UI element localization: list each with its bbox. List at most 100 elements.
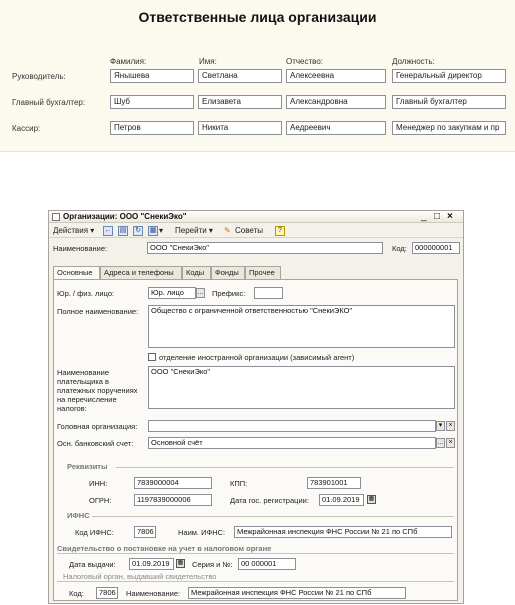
back-arrow-icon[interactable]: ← — [103, 226, 113, 236]
refresh-icon[interactable]: ↻ — [133, 226, 143, 236]
ifns-divider — [92, 516, 454, 517]
head-org-field[interactable] — [148, 420, 436, 432]
full-name-field[interactable]: Общество с ограниченной ответственностью… — [148, 305, 455, 348]
payer-name-label: Наименование плательщика в платежных пор… — [57, 368, 138, 413]
ifns-section-title: ИФНС — [67, 511, 90, 520]
cashier-name-field[interactable]: Никита — [198, 121, 282, 135]
accountant-name-field[interactable]: Елизавета — [198, 95, 282, 109]
kpp-field[interactable]: 783901001 — [307, 477, 361, 489]
entity-select-button[interactable]: ... — [196, 288, 205, 298]
code-label: Код: — [392, 244, 407, 253]
organization-window: Организации: ООО "СнекиЭко" _ □ × Действ… — [48, 210, 464, 604]
main-tab-panel: Юр. / физ. лицо: Юр. лицо ... Префикс: П… — [53, 279, 458, 601]
registration-date-label: Дата гос. регистрации: — [230, 496, 309, 505]
responsible-persons-panel: Ответственные лица организации Фамилия: … — [0, 0, 515, 152]
documents-dropdown-icon[interactable]: ▾ — [159, 226, 163, 236]
ifns-name-field[interactable]: Межрайонная инспекция ФНС России № 21 по… — [234, 526, 452, 538]
tab-main[interactable]: Основные — [53, 266, 100, 280]
bank-account-label: Осн. банковский счет: — [57, 439, 134, 448]
bank-account-clear-icon[interactable]: × — [446, 438, 455, 448]
prefix-field[interactable] — [254, 287, 283, 299]
authority-code-label: Код: — [69, 589, 84, 598]
code-field[interactable]: 000000001 — [412, 242, 460, 254]
authority-name-label: Наименование: — [126, 589, 181, 598]
column-header-patronymic: Отчество: — [286, 57, 323, 66]
cashier-patronymic-field[interactable]: Аедреевич — [286, 121, 386, 135]
actions-label: Действия — [53, 226, 89, 235]
authority-divider — [57, 581, 454, 582]
column-header-position: Должность: — [392, 57, 435, 66]
director-surname-field[interactable]: Янышева — [110, 69, 194, 83]
name-label: Наименование: — [53, 244, 108, 253]
certificate-section-title: Свидетельство о постановке на учет в нал… — [57, 544, 272, 553]
issuing-authority-title: Налоговый орган, выдавший свидетельство — [63, 572, 217, 581]
bank-account-select-button[interactable]: ... — [436, 438, 445, 448]
director-name-field[interactable]: Светлана — [198, 69, 282, 83]
name-field[interactable]: ООО "СнекиЭко" — [147, 242, 383, 254]
head-org-label: Головная организация: — [57, 422, 138, 431]
series-field[interactable]: 00 000001 — [238, 558, 296, 570]
entity-type-field[interactable]: Юр. лицо — [148, 287, 196, 299]
column-header-surname: Фамилия: — [110, 57, 147, 66]
tab-addresses[interactable]: Адреса и телефоны — [100, 266, 182, 279]
tips-button[interactable]: Советы — [235, 226, 263, 236]
column-header-name: Имя: — [199, 57, 217, 66]
entity-type-label: Юр. / физ. лицо: — [57, 289, 115, 298]
tab-other[interactable]: Прочее — [245, 266, 281, 279]
minimize-icon[interactable]: _ — [421, 211, 427, 222]
director-patronymic-field[interactable]: Алексеевна — [286, 69, 386, 83]
inn-field[interactable]: 7839000004 — [134, 477, 212, 489]
goto-label: Перейти — [175, 226, 207, 235]
requisites-section-title: Реквизиты — [67, 462, 108, 471]
actions-menu[interactable]: Действия ▾ — [53, 226, 94, 236]
maximize-icon[interactable]: □ — [434, 211, 440, 222]
window-title: Организации: ООО "СнекиЭко" — [63, 212, 187, 221]
head-org-clear-icon[interactable]: × — [446, 421, 455, 431]
issue-date-calendar-icon[interactable]: ▦ — [176, 559, 185, 568]
calendar-icon[interactable]: ▦ — [367, 495, 376, 504]
accountant-surname-field[interactable]: Шуб — [110, 95, 194, 109]
tips-lightbulb-icon: ✎ — [224, 226, 231, 235]
kpp-label: КПП: — [230, 479, 248, 488]
help-icon[interactable]: ? — [275, 226, 285, 236]
series-label: Серия и №: — [192, 560, 233, 569]
director-position-field[interactable]: Генеральный директор — [392, 69, 506, 83]
ifns-code-field[interactable]: 7806 — [134, 526, 156, 538]
row-label-chief-accountant: Главный бухгалтер: — [12, 98, 86, 107]
issue-date-field[interactable]: 01.09.2019 — [129, 558, 174, 570]
window-titlebar[interactable]: Организации: ООО "СнекиЭко" _ □ × — [49, 211, 463, 223]
tab-codes[interactable]: Коды — [182, 266, 211, 279]
accountant-patronymic-field[interactable]: Александровна — [286, 95, 386, 109]
structure-icon[interactable]: ▤ — [118, 226, 128, 236]
cashier-position-field[interactable]: Менеджер по закупкам и пр — [392, 121, 506, 135]
full-name-label: Полное наименование: — [57, 307, 139, 316]
issue-date-label: Дата выдачи: — [69, 560, 116, 569]
bank-account-field[interactable]: Основной счёт — [148, 437, 436, 449]
tab-funds[interactable]: Фонды — [211, 266, 245, 279]
row-label-director: Руководитель: — [12, 72, 66, 81]
ifns-code-label: Код ИФНС: — [75, 528, 114, 537]
row-label-cashier: Кассир: — [12, 124, 41, 133]
authority-name-field[interactable]: Межрайонная инспекция ФНС России № 21 по… — [188, 587, 406, 599]
certificate-divider — [57, 553, 454, 554]
ogrn-field[interactable]: 1197839000006 — [134, 494, 212, 506]
payer-name-field[interactable]: ООО "СнекиЭко" — [148, 366, 455, 409]
window-icon — [52, 213, 60, 221]
cashier-surname-field[interactable]: Петров — [110, 121, 194, 135]
authority-code-field[interactable]: 7806 — [96, 587, 118, 599]
ifns-name-label: Наим. ИФНС: — [178, 528, 226, 537]
head-org-dropdown-icon[interactable]: ▾ — [436, 421, 445, 431]
ogrn-label: ОГРН: — [89, 496, 112, 505]
foreign-branch-checkbox[interactable] — [148, 353, 156, 361]
documents-icon[interactable]: ▦ — [148, 226, 158, 236]
toolbar: Действия ▾ ← ▤ ↻ ▦ ▾ Перейти ▾ ✎ Советы … — [49, 224, 463, 238]
requisites-divider — [116, 467, 454, 468]
goto-menu[interactable]: Перейти ▾ — [175, 226, 213, 236]
panel-title: Ответственные лица организации — [138, 9, 377, 25]
accountant-position-field[interactable]: Главный бухгалтер — [392, 95, 506, 109]
inn-label: ИНН: — [89, 479, 108, 488]
prefix-label: Префикс: — [212, 289, 246, 298]
foreign-branch-label: отделение иностранной организации (завис… — [159, 353, 355, 362]
registration-date-field[interactable]: 01.09.2019 — [319, 494, 364, 506]
close-icon[interactable]: × — [447, 211, 453, 222]
